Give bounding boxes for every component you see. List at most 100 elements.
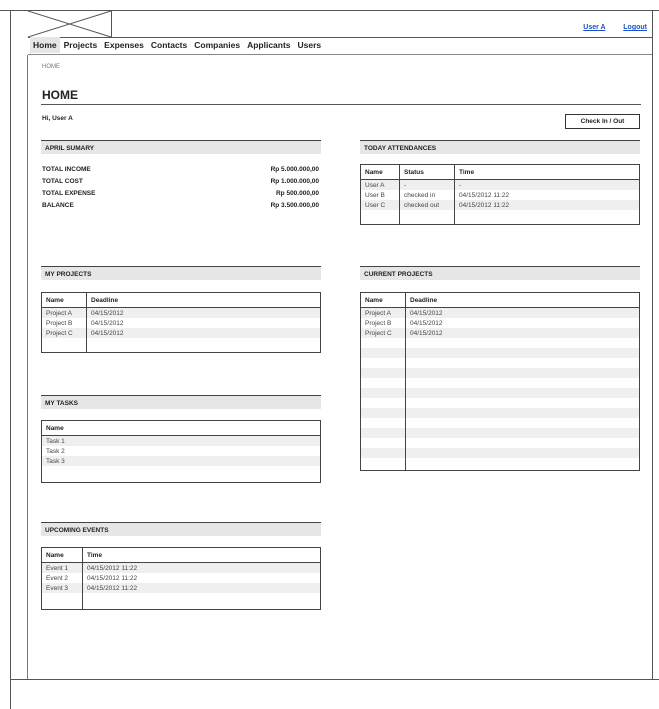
cell-deadline: 04/15/2012 [91, 319, 124, 327]
nav-item-companies[interactable]: Companies [191, 37, 243, 53]
check-in-out-button[interactable]: Check In / Out [565, 114, 640, 129]
column-header-time: Time [454, 164, 640, 180]
attendance-table: Name Status Time User A - - User B check… [360, 164, 640, 225]
summary-value: Rp 500.000,00 [275, 190, 319, 197]
cell-status: - [399, 179, 455, 190]
table-row: Event 2 04/15/2012 11:22 [41, 573, 321, 583]
nav-item-applicants[interactable]: Applicants [244, 37, 293, 53]
table-row: Project B 04/15/2012 [41, 318, 321, 328]
cell-name: User B [360, 190, 400, 200]
table-row-empty [360, 338, 640, 348]
user-links: User A Logout [567, 24, 647, 31]
cell-time: 04/15/2012 11:22 [82, 562, 321, 573]
summary-label: TOTAL INCOME [42, 166, 91, 173]
cell-status: checked out [399, 200, 455, 210]
cell-deadline: 04/15/2012 [405, 307, 640, 318]
summary-value: Rp 1.000.000,00 [270, 178, 319, 185]
table-row-empty [360, 388, 640, 398]
column-header-status: Status [399, 164, 455, 180]
table-row: User B checked in 04/15/2012 11:22 [360, 190, 640, 200]
column-header-name: Name [360, 292, 406, 308]
my-tasks-header: MY TASKS [41, 395, 321, 409]
cell-empty [42, 466, 321, 483]
cell-status: checked in [399, 190, 455, 200]
table-row-empty [360, 458, 640, 471]
table-row-empty [360, 448, 640, 458]
cell-name: Project C [41, 328, 87, 338]
my-projects-table: Name Deadline Project A 04/15/2012 Proje… [41, 292, 321, 353]
greeting-text: Hi, User A [42, 115, 73, 122]
cell-empty [83, 593, 321, 610]
table-row: User C checked out 04/15/2012 11:22 [360, 200, 640, 210]
april-summary-header: APRIL SUMARY [41, 140, 321, 154]
table-row-empty [360, 210, 640, 225]
cell-time: 04/15/2012 11:22 [459, 191, 510, 199]
title-divider [41, 104, 641, 105]
table-row-empty [360, 428, 640, 438]
column-header-deadline: Deadline [86, 292, 321, 308]
table-row: Event 1 04/15/2012 11:22 [41, 562, 321, 573]
nav-item-home[interactable]: Home [30, 37, 60, 53]
cell-empty [87, 338, 321, 353]
cell-empty [41, 338, 87, 353]
summary-label: TOTAL COST [42, 178, 83, 185]
cell-time: 04/15/2012 11:22 [454, 200, 640, 210]
content-left-border [27, 55, 28, 679]
cell-name: User C [360, 200, 400, 210]
breadcrumb[interactable]: HOME [42, 64, 60, 70]
logout-link[interactable]: Logout [623, 24, 647, 31]
table-row-empty [41, 338, 321, 353]
nav-item-users[interactable]: Users [295, 37, 325, 53]
table-row: Project C 04/15/2012 [360, 328, 640, 338]
table-row: Project A 04/15/2012 [360, 307, 640, 318]
cell-deadline: 04/15/2012 [86, 328, 321, 338]
table-row-empty [360, 438, 640, 448]
cell-name: Project B [41, 318, 87, 328]
table-row: Event 3 04/15/2012 11:22 [41, 583, 321, 593]
page-title: HOME [42, 88, 78, 102]
nav-bottom-divider [28, 54, 652, 55]
table-row-empty [360, 418, 640, 428]
table-row-empty [360, 398, 640, 408]
cell-name: Task 2 [46, 447, 65, 455]
cell-empty [41, 593, 83, 610]
cell-name: User A [360, 179, 400, 190]
nav-item-projects[interactable]: Projects [61, 37, 101, 53]
cell-name: Event 3 [41, 583, 83, 593]
cell-name: Event 2 [41, 573, 83, 583]
cell-deadline: 04/15/2012 [405, 328, 640, 338]
cell-name: Project B [360, 318, 406, 328]
table-row: User A - - [360, 179, 640, 190]
column-header-name: Name [41, 420, 321, 436]
table-row-empty [360, 378, 640, 388]
table-row-empty [360, 368, 640, 378]
cell-deadline: 04/15/2012 [86, 307, 321, 318]
nav-item-contacts[interactable]: Contacts [148, 37, 190, 53]
table-row: Project C 04/15/2012 [41, 328, 321, 338]
nav-item-expenses[interactable]: Expenses [101, 37, 147, 53]
table-row-empty [360, 358, 640, 368]
cell-name: Task 1 [41, 435, 321, 446]
current-projects-table: Name Deadline Project A 04/15/2012 Proje… [360, 292, 640, 471]
cell-name: Project A [41, 307, 87, 318]
cell-empty [360, 210, 400, 225]
cell-time: - [454, 179, 640, 190]
cell-name: Project A [360, 307, 406, 318]
frame-bottom-border [10, 679, 659, 680]
table-row-empty [42, 466, 321, 483]
logo-placeholder [27, 10, 112, 38]
summary-value: Rp 5.000.000,00 [270, 166, 319, 173]
column-header-name: Name [41, 547, 83, 563]
column-header-name: Name [41, 292, 87, 308]
frame-left-border [10, 10, 11, 709]
cell-empty [399, 210, 455, 225]
table-row: Task 3 [41, 456, 321, 466]
table-row: Project B 04/15/2012 [360, 318, 640, 328]
user-link[interactable]: User A [583, 24, 605, 31]
frame-right-border [652, 10, 653, 680]
cell-name: Task 3 [41, 456, 321, 466]
logo-placeholder-icon [27, 10, 112, 38]
table-row: Task 2 [42, 446, 321, 456]
cell-deadline: 04/15/2012 [410, 319, 443, 327]
table-row: Task 1 [41, 435, 321, 446]
